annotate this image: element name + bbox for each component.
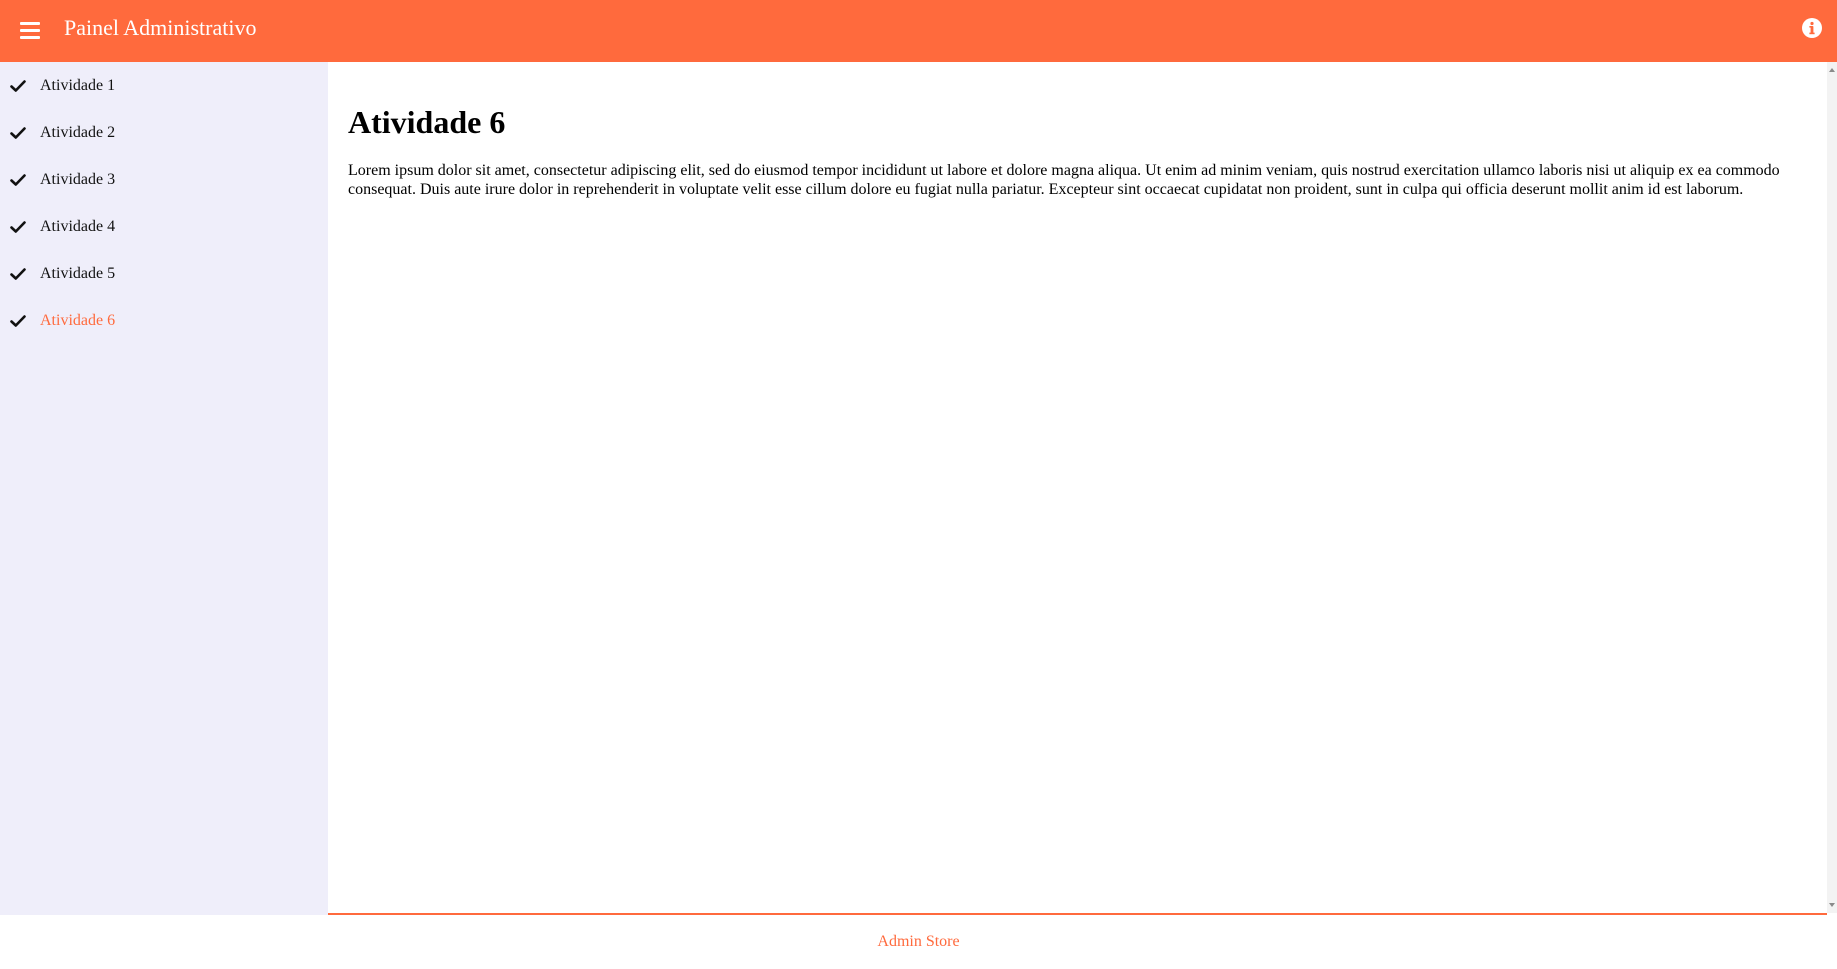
- top-app-bar: Painel Administrativo: [0, 0, 1837, 62]
- sidebar-item-atividade-2[interactable]: Atividade 2: [0, 113, 328, 153]
- check-icon: [10, 221, 26, 233]
- sidebar-item-atividade-1[interactable]: Atividade 1: [0, 66, 328, 106]
- sidebar-item-atividade-5[interactable]: Atividade 5: [0, 254, 328, 294]
- scroll-up-arrow-icon[interactable]: [1829, 68, 1835, 72]
- sidebar-item-label: Atividade 6: [40, 312, 116, 329]
- hamburger-menu-icon: [20, 22, 40, 39]
- check-icon: [10, 315, 26, 327]
- menu-button[interactable]: [14, 14, 46, 46]
- footer-link-admin-store[interactable]: Admin Store: [0, 933, 1837, 951]
- check-icon: [10, 80, 26, 92]
- sidebar-item-atividade-3[interactable]: Atividade 3: [0, 160, 328, 200]
- check-icon: [10, 268, 26, 280]
- scroll-down-arrow-icon[interactable]: [1829, 903, 1835, 907]
- sidebar-item-label: Atividade 3: [40, 171, 116, 188]
- page-title: Atividade 6: [348, 104, 506, 140]
- check-icon: [10, 174, 26, 186]
- main-content: Atividade 6 Lorem ipsum dolor sit amet, …: [328, 62, 1827, 913]
- sidebar-item-label: Atividade 2: [40, 124, 116, 141]
- sidebar-item-label: Atividade 1: [40, 77, 116, 94]
- sidebar-item-label: Atividade 5: [40, 265, 116, 282]
- page-body-text: Lorem ipsum dolor sit amet, consectetur …: [348, 162, 1780, 198]
- sidebar-item-label: Atividade 4: [40, 218, 116, 235]
- sidebar-item-atividade-4[interactable]: Atividade 4: [0, 207, 328, 247]
- info-circle-icon: [1802, 18, 1822, 38]
- main-scrollbar[interactable]: [1827, 62, 1837, 913]
- footer: Admin Store: [0, 915, 1837, 969]
- check-icon: [10, 127, 26, 139]
- app-root: Painel Administrativo Atividade 1 Ativid…: [0, 0, 1837, 969]
- sidebar-item-atividade-6[interactable]: Atividade 6: [0, 301, 328, 341]
- info-button[interactable]: [1801, 17, 1823, 39]
- sidebar-nav: Atividade 1 Atividade 2 Atividade 3 Ativ…: [0, 62, 328, 915]
- app-title: Painel Administrativo: [64, 15, 257, 40]
